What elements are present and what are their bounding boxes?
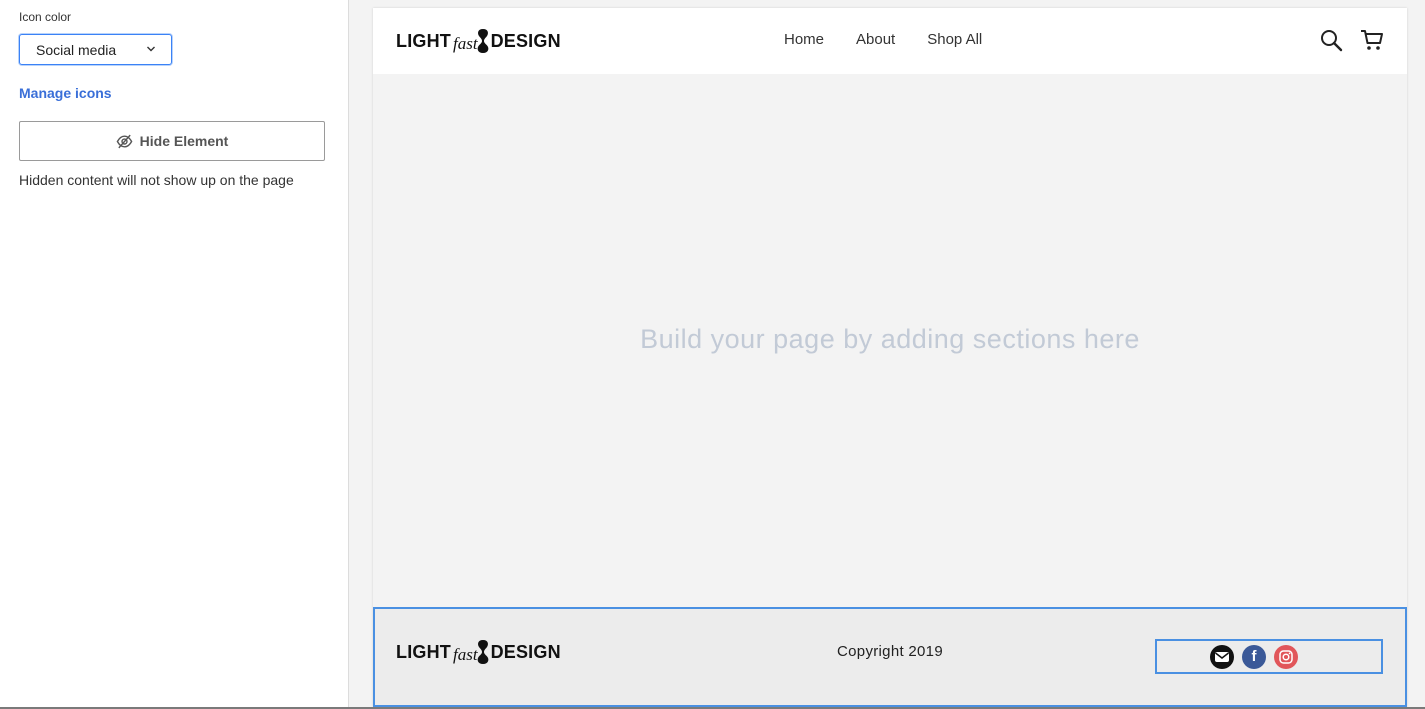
instagram-icon[interactable] (1274, 644, 1298, 669)
hidden-content-hint: Hidden content will not show up on the p… (19, 172, 294, 188)
chevron-down-icon (147, 46, 155, 52)
manage-icons-link[interactable]: Manage icons (19, 85, 112, 101)
icon-color-label: Icon color (19, 10, 72, 24)
logo-design-text: DESIGN (490, 30, 561, 51)
site-header: LIGHT fast DESIGN Home About Shop All (373, 8, 1407, 74)
empty-page-message: Build your page by adding sections here (640, 324, 1140, 354)
email-icon[interactable] (1210, 644, 1234, 669)
settings-panel: Icon color Social media Manage icons Hid… (0, 0, 349, 709)
icon-color-select[interactable]: Social media (19, 34, 172, 65)
search-icon[interactable] (1319, 28, 1343, 52)
site-logo[interactable]: LIGHT fast DESIGN (396, 26, 561, 56)
hide-element-button[interactable]: Hide Element (19, 121, 325, 161)
main-nav: Home About Shop All (784, 31, 982, 48)
nav-item-home[interactable]: Home (784, 31, 824, 48)
logo-light-text: LIGHT (396, 30, 451, 51)
logo-fast-text: fast (453, 34, 478, 53)
social-icons-block[interactable]: f (1155, 639, 1383, 674)
cart-icon[interactable] (1360, 28, 1384, 52)
nav-item-shop-all[interactable]: Shop All (927, 31, 982, 48)
hide-element-label: Hide Element (139, 133, 229, 149)
facebook-icon[interactable]: f (1242, 644, 1266, 669)
site-footer[interactable]: LIGHT fast DESIGN Copyright 2019 f (373, 607, 1407, 707)
icon-color-value: Social media (36, 41, 117, 58)
nav-item-about[interactable]: About (856, 31, 895, 48)
eye-slash-icon (116, 134, 133, 148)
page-preview: LIGHT fast DESIGN Home About Shop All Bu… (373, 8, 1407, 707)
